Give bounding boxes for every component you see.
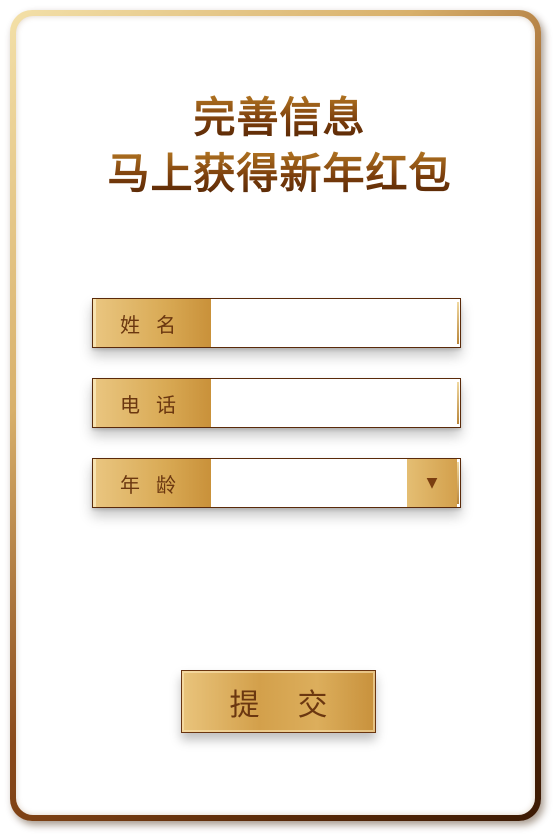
page-subtitle: 马上获得新年红包 (0, 148, 559, 200)
phone-label: 电话 (93, 379, 211, 427)
page-title: 完善信息 (0, 92, 559, 144)
submit-button[interactable]: 提交 (181, 670, 376, 733)
age-select[interactable] (211, 459, 407, 507)
age-dropdown-button[interactable]: ▼ (407, 459, 457, 507)
name-label: 姓名 (93, 299, 211, 347)
name-field: 姓名 (92, 298, 461, 348)
age-field[interactable]: 年龄 ▼ (92, 458, 461, 508)
chevron-down-icon: ▼ (426, 475, 438, 491)
age-label: 年龄 (93, 459, 211, 507)
phone-field: 电话 (92, 378, 461, 428)
phone-input[interactable] (211, 379, 460, 427)
name-input[interactable] (211, 299, 460, 347)
